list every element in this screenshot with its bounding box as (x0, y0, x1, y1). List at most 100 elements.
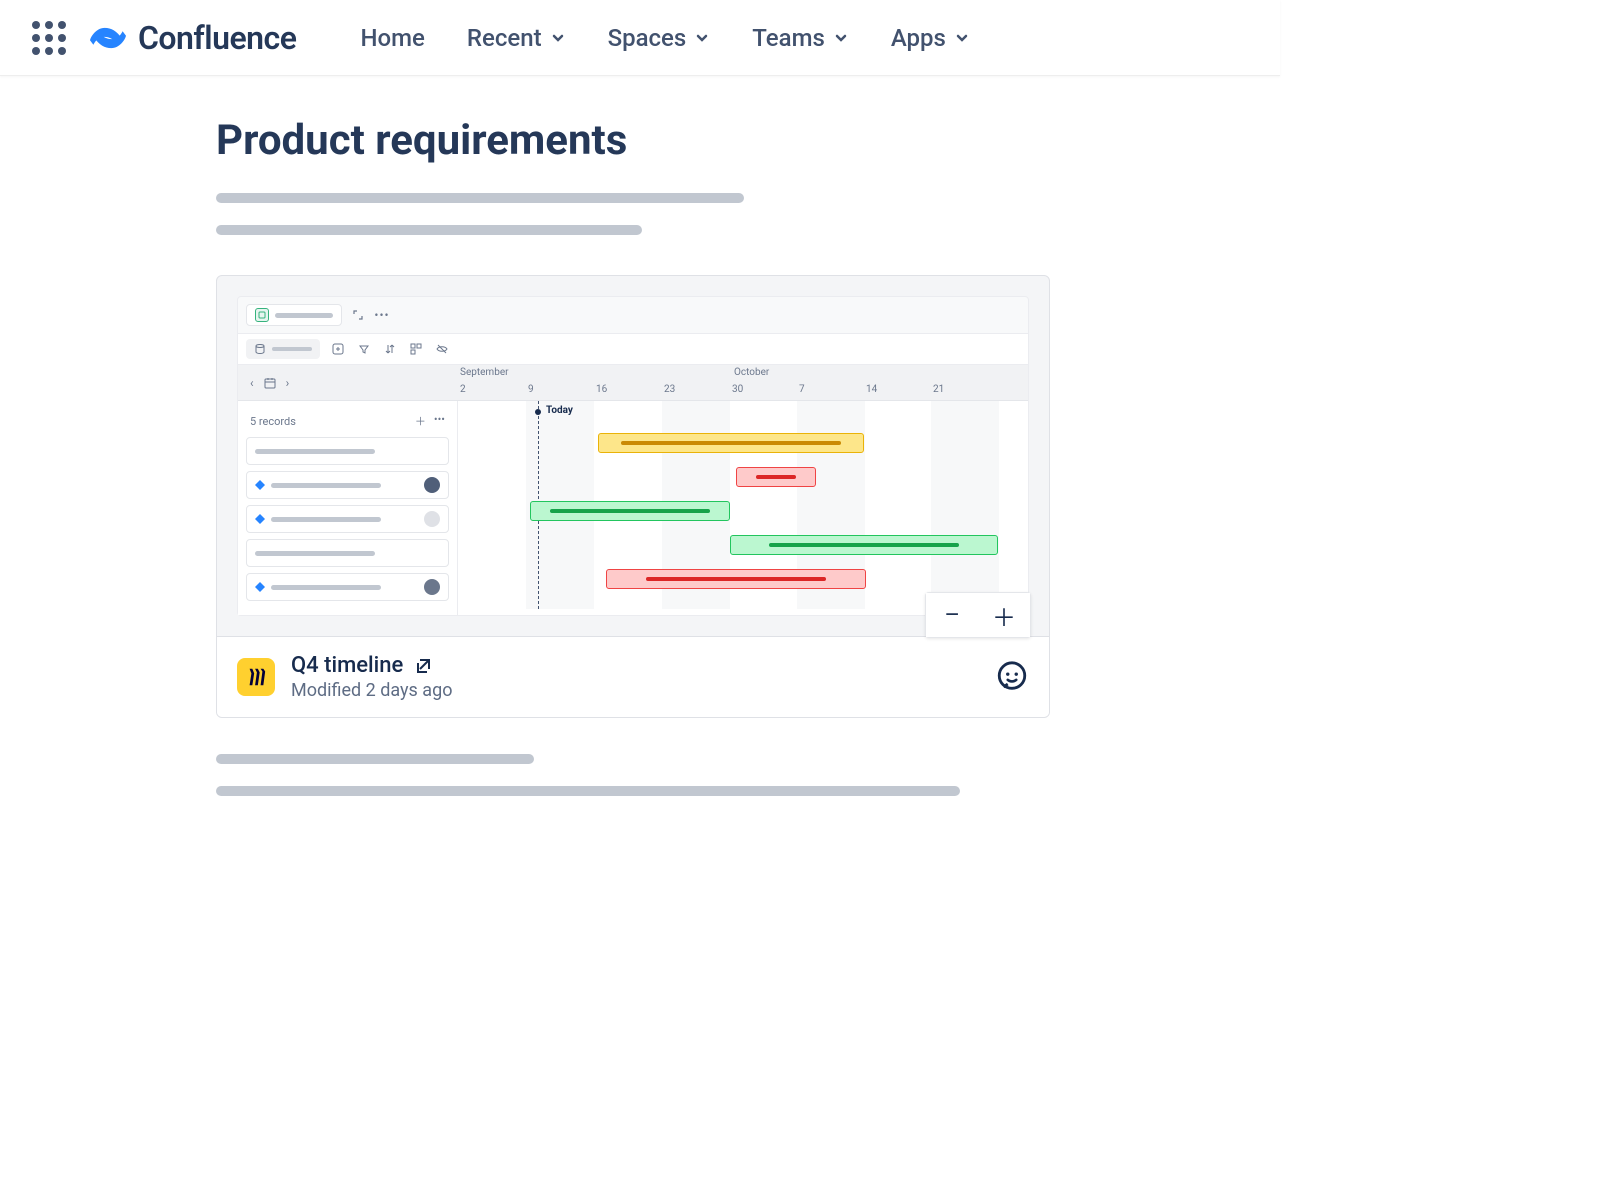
open-external-icon[interactable] (413, 656, 433, 676)
gantt-board: ••• ‹ › (237, 296, 1029, 616)
nav-recent[interactable]: Recent (467, 24, 566, 52)
day-label: 16 (596, 384, 607, 395)
placeholder (272, 347, 312, 351)
sort-icon[interactable] (382, 341, 398, 357)
post-placeholder-block (216, 754, 960, 818)
add-view-icon[interactable] (330, 341, 346, 357)
timeline-header: September October 2 9 16 23 30 7 14 21 (458, 365, 1028, 400)
prev-icon[interactable]: ‹ (250, 376, 254, 390)
embed-title: Q4 timeline (291, 653, 403, 678)
today-label: Today (546, 405, 573, 416)
nav-items: Home Recent Spaces Teams Apps (360, 24, 969, 52)
miro-icon (237, 658, 275, 696)
page-title: Product requirements (216, 116, 627, 165)
chevron-down-icon (550, 30, 566, 46)
avatar (424, 511, 440, 527)
nav-teams-label: Teams (752, 24, 825, 52)
record-row[interactable] (246, 437, 449, 465)
jira-icon (255, 480, 265, 490)
month-label: October (734, 367, 769, 378)
records-count: 5 records (250, 415, 296, 428)
nav-recent-label: Recent (467, 24, 542, 52)
placeholder-text-line (216, 786, 960, 796)
placeholder-text-line (216, 225, 642, 235)
zoom-controls: − ＋ (925, 592, 1031, 638)
placeholder (756, 475, 796, 479)
view-chip[interactable] (246, 339, 320, 359)
filter-icon[interactable] (356, 341, 372, 357)
record-row[interactable] (246, 573, 449, 601)
gantt-bar[interactable] (736, 467, 816, 487)
app-switcher-icon[interactable] (32, 21, 66, 55)
more-icon[interactable]: ••• (374, 307, 390, 323)
gantt-bar[interactable] (530, 501, 730, 521)
day-label: 2 (460, 384, 466, 395)
nav-apps-label: Apps (891, 24, 946, 52)
placeholder (550, 509, 710, 513)
placeholder (275, 313, 333, 318)
jira-icon (255, 514, 265, 524)
day-label: 21 (933, 384, 944, 395)
placeholder (769, 543, 959, 547)
month-label: September (460, 367, 509, 378)
hide-icon[interactable] (434, 341, 450, 357)
day-label: 7 (799, 384, 805, 395)
next-icon[interactable]: › (286, 376, 290, 390)
placeholder-text-line (216, 193, 744, 203)
record-row[interactable] (246, 471, 449, 499)
board-header: ‹ › September October 2 9 16 23 30 7 14 21 (238, 365, 1028, 401)
zoom-out-button[interactable]: − (926, 593, 978, 637)
board-title-pill[interactable] (246, 304, 342, 326)
chevron-down-icon (833, 30, 849, 46)
placeholder (646, 577, 826, 581)
record-row[interactable] (246, 505, 449, 533)
board-top-row: ••• (238, 297, 1028, 333)
day-label: 30 (732, 384, 743, 395)
embed-body: ••• ‹ › (217, 276, 1049, 636)
embed-footer: Q4 timeline Modified 2 days ago (217, 636, 1049, 717)
add-record-icon[interactable]: ＋ (415, 413, 426, 429)
day-label: 14 (866, 384, 877, 395)
sheet-icon (255, 308, 269, 322)
top-nav: Confluence Home Recent Spaces Teams Apps (0, 0, 1280, 76)
records-column: 5 records ＋ ••• (238, 401, 458, 615)
nav-home[interactable]: Home (360, 24, 424, 52)
confluence-logo-icon (90, 20, 126, 56)
embed-subtitle: Modified 2 days ago (291, 680, 452, 701)
expand-icon[interactable] (350, 307, 366, 323)
embed-card: ••• ‹ › (216, 275, 1050, 718)
comment-icon[interactable] (995, 660, 1029, 694)
placeholder-text-line (216, 754, 534, 764)
board-body: 5 records ＋ ••• (238, 401, 1028, 615)
nav-home-label: Home (360, 24, 424, 52)
gantt-bar[interactable] (730, 535, 998, 555)
gantt-bar[interactable] (598, 433, 864, 453)
group-icon[interactable] (408, 341, 424, 357)
embed-meta: Q4 timeline Modified 2 days ago (291, 653, 452, 701)
page-content: Product requirements ••• (216, 76, 1050, 818)
chevron-down-icon (954, 30, 970, 46)
nav-apps[interactable]: Apps (891, 24, 970, 52)
day-label: 9 (528, 384, 534, 395)
calendar-icon[interactable] (264, 377, 276, 389)
nav-teams[interactable]: Teams (752, 24, 849, 52)
database-icon (254, 343, 266, 355)
avatar (424, 579, 440, 595)
board-controls (238, 333, 1028, 365)
gantt-area[interactable]: Today (458, 401, 1028, 609)
zoom-in-button[interactable]: ＋ (978, 593, 1030, 637)
brand-name: Confluence (138, 19, 296, 57)
records-more-icon[interactable]: ••• (434, 413, 445, 429)
day-label: 23 (664, 384, 675, 395)
nav-spaces[interactable]: Spaces (608, 24, 711, 52)
today-dot (535, 409, 541, 415)
record-row[interactable] (246, 539, 449, 567)
week-band (931, 401, 999, 609)
timeline-nav: ‹ › (238, 365, 458, 400)
gantt-bar[interactable] (606, 569, 866, 589)
nav-spaces-label: Spaces (608, 24, 687, 52)
records-head: 5 records ＋ ••• (246, 409, 449, 437)
placeholder (621, 441, 841, 445)
brand[interactable]: Confluence (90, 19, 296, 57)
chevron-down-icon (694, 30, 710, 46)
